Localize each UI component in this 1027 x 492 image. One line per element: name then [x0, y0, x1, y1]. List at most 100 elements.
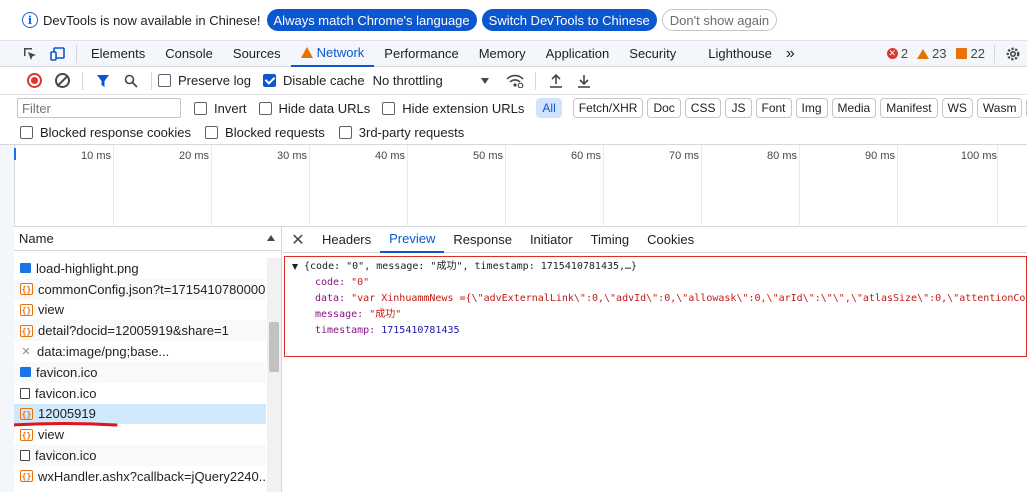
request-row[interactable]: favicon.ico — [14, 361, 266, 383]
tab-console[interactable]: Console — [155, 41, 223, 67]
type-filter-css[interactable]: CSS — [684, 98, 722, 118]
tab-cookies[interactable]: Cookies — [638, 227, 703, 253]
tab-performance[interactable]: Performance — [374, 41, 468, 67]
network-overview-timeline[interactable]: 10 ms 20 ms 30 ms 40 ms 50 ms 60 ms 70 m… — [14, 145, 1027, 227]
type-filter-doc[interactable]: Doc — [647, 98, 681, 118]
record-stop-icon[interactable] — [20, 68, 48, 94]
document-icon — [20, 387, 30, 399]
more-tabs-chevron-icon[interactable]: » — [782, 41, 799, 67]
timeline-tick: 60 ms — [571, 145, 604, 227]
issues-counter[interactable]: 22 — [955, 46, 985, 61]
tab-memory[interactable]: Memory — [469, 41, 536, 67]
third-party-requests-box[interactable] — [338, 126, 352, 139]
clear-log-icon[interactable] — [48, 68, 76, 94]
request-list-scrollbar[interactable] — [267, 258, 281, 492]
blocked-response-cookies-checkbox[interactable]: Blocked response cookies — [20, 125, 191, 140]
filter-funnel-icon[interactable] — [89, 68, 117, 94]
name-column-label: Name — [19, 231, 54, 246]
error-counter[interactable]: ✕ 2 — [886, 46, 909, 61]
type-filter-media[interactable]: Media — [831, 98, 877, 118]
disable-cache-box[interactable] — [262, 74, 276, 87]
issues-icon — [955, 48, 967, 59]
name-column-header[interactable]: Name — [14, 227, 281, 251]
settings-gear-icon[interactable] — [999, 41, 1027, 67]
type-filter-wasm[interactable]: Wasm — [976, 98, 1023, 118]
tab-headers[interactable]: Headers — [313, 227, 380, 253]
request-row[interactable]: {} wxHandler.ashx?callback=jQuery2240... — [14, 466, 266, 487]
type-filter-js[interactable]: JS — [725, 98, 752, 118]
hide-data-urls-box[interactable] — [258, 101, 272, 115]
throttling-select[interactable]: No throttling — [373, 73, 489, 88]
issue-counters[interactable]: ✕ 2 23 22 — [886, 41, 1027, 67]
type-filter-fetch-xhr[interactable]: Fetch/XHR — [572, 98, 644, 118]
tab-security[interactable]: Security — [619, 41, 686, 67]
request-row[interactable]: {} detail?docid=12005919&share=1 — [14, 320, 266, 342]
request-row[interactable]: favicon.ico — [14, 383, 266, 404]
device-toolbar-icon[interactable] — [44, 41, 72, 67]
hide-extension-urls-checkbox[interactable]: Hide extension URLs — [382, 101, 524, 116]
json-key: data: — [315, 293, 346, 304]
timeline-tick-label: 80 ms — [767, 150, 797, 162]
counter-separator — [994, 44, 995, 63]
tab-response[interactable]: Response — [444, 227, 521, 253]
switch-to-chinese-button[interactable]: Switch DevTools to Chinese — [481, 9, 657, 31]
request-row[interactable]: load-highlight.png — [14, 258, 266, 279]
type-filter-all[interactable]: All — [536, 98, 562, 118]
invert-checkbox[interactable]: Invert — [194, 101, 247, 116]
tab-network[interactable]: Network — [290, 41, 375, 67]
inspect-element-icon[interactable] — [16, 41, 44, 67]
always-match-language-button[interactable]: Always match Chrome's language — [266, 9, 477, 31]
tab-network-label: Network — [316, 45, 365, 60]
toolbar-separator — [82, 71, 83, 90]
json-root-line[interactable]: {code: "0", message: "成功", timestamp: 17… — [285, 259, 1026, 275]
tab-timing[interactable]: Timing — [582, 227, 639, 253]
import-har-upload-icon[interactable] — [542, 68, 570, 94]
filter-input[interactable] — [17, 98, 181, 118]
dont-show-again-button[interactable]: Don't show again — [661, 9, 778, 31]
blocked-response-cookies-box[interactable] — [20, 126, 33, 139]
fetch-json-icon: {} — [20, 303, 33, 316]
hide-data-urls-label: Hide data URLs — [278, 100, 371, 116]
scrollbar-thumb[interactable] — [269, 322, 279, 372]
tab-initiator[interactable]: Initiator — [521, 227, 582, 253]
close-detail-icon[interactable]: ✕ — [283, 227, 313, 253]
preserve-log-box[interactable] — [158, 74, 171, 87]
preserve-log-checkbox[interactable]: Preserve log — [158, 73, 251, 88]
invert-box[interactable] — [194, 101, 207, 115]
type-filter-ws[interactable]: WS — [941, 98, 973, 118]
timeline-tick-label: 50 ms — [473, 150, 503, 162]
search-icon[interactable] — [117, 68, 145, 94]
request-name: favicon.ico — [35, 385, 97, 401]
json-key: timestamp: — [315, 325, 376, 336]
type-filter-manifest[interactable]: Manifest — [880, 98, 938, 118]
type-filter-img[interactable]: Img — [795, 98, 828, 118]
tab-separator — [76, 44, 77, 63]
blocked-requests-box[interactable] — [205, 126, 219, 139]
request-row[interactable]: {} view — [14, 300, 266, 321]
warning-counter[interactable]: 23 — [917, 46, 947, 61]
timeline-tick-label: 20 ms — [179, 150, 209, 162]
tab-preview[interactable]: Preview — [380, 227, 445, 253]
timeline-tick: 80 ms — [767, 145, 800, 227]
disable-cache-checkbox[interactable]: Disable cache — [262, 73, 365, 88]
export-har-download-icon[interactable] — [570, 68, 598, 94]
tab-lighthouse[interactable]: Lighthouse — [698, 41, 782, 67]
sort-ascending-icon — [267, 235, 275, 241]
expand-triangle-icon[interactable] — [292, 264, 298, 270]
request-row[interactable]: ✕ data:image/png;base... — [14, 341, 266, 362]
type-filter-font[interactable]: Font — [755, 98, 792, 118]
request-row[interactable]: {} commonConfig.json?t=1715410780000 — [14, 278, 266, 300]
tab-application[interactable]: Application — [536, 41, 620, 67]
tab-elements[interactable]: Elements — [81, 41, 155, 67]
blocked-requests-checkbox[interactable]: Blocked requests — [205, 125, 325, 140]
hide-data-urls-checkbox[interactable]: Hide data URLs — [258, 100, 371, 116]
json-value: "0" — [351, 277, 370, 288]
error-count: 2 — [900, 46, 909, 61]
request-row[interactable]: favicon.ico — [14, 445, 266, 466]
issues-count: 22 — [970, 46, 985, 61]
timeline-tick: 20 ms — [179, 145, 212, 227]
third-party-requests-checkbox[interactable]: 3rd-party requests — [338, 125, 464, 140]
tab-sources[interactable]: Sources — [223, 41, 291, 67]
hide-extension-urls-box[interactable] — [382, 101, 396, 115]
network-conditions-wifi-icon[interactable] — [501, 68, 529, 94]
